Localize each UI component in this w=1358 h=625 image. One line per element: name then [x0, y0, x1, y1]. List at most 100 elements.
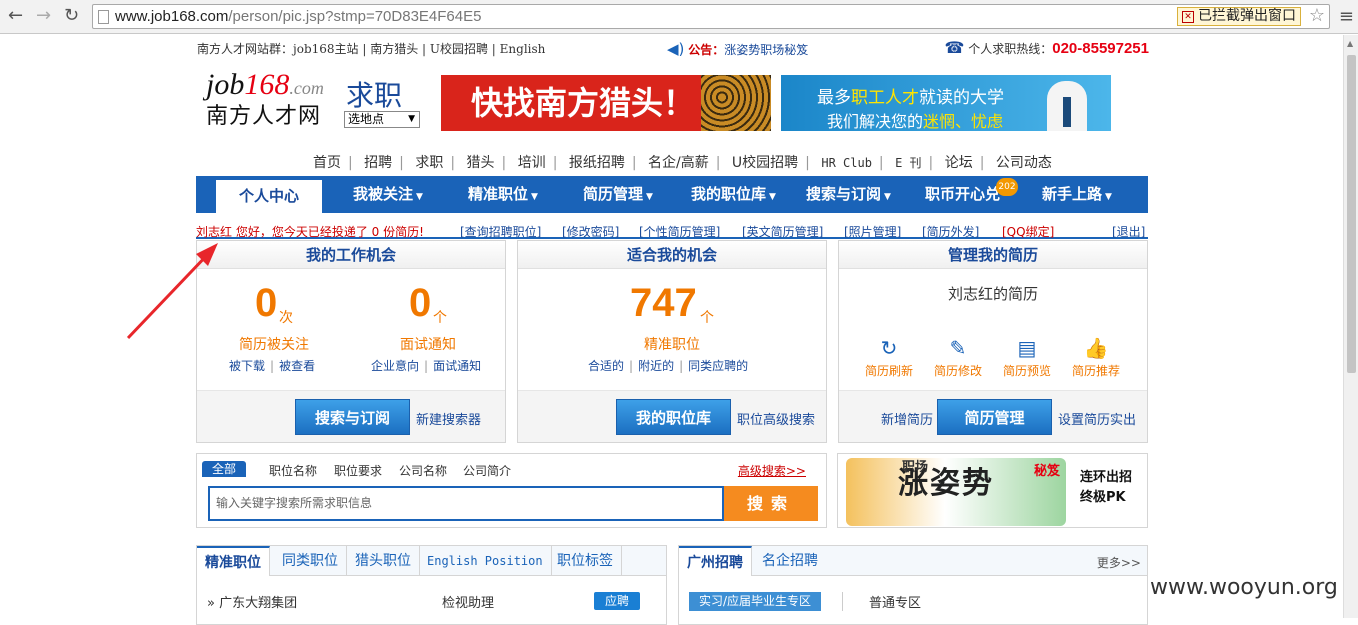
link-ekan[interactable]: E 刊: [895, 156, 921, 170]
tab-famous-companies[interactable]: 名企招聘: [754, 546, 826, 576]
tab-english-position[interactable]: English Position: [419, 546, 552, 576]
headhunter-banner[interactable]: 快找南方猎头！: [441, 75, 771, 131]
tab-headhunter-jobs[interactable]: 猎头职位: [347, 546, 420, 576]
link-resume-send[interactable]: [简历外发]: [922, 223, 979, 240]
popup-blocked-indicator[interactable]: ✕ 已拦截弹出窗口: [1177, 7, 1301, 26]
nav-resume-manage[interactable]: 简历管理 ▼: [583, 176, 653, 213]
jobs-tabs: 精准职位 同类职位 猎头职位 English Position 职位标签: [197, 546, 666, 576]
search-tab-job-name[interactable]: 职位名称: [269, 462, 317, 479]
search-button[interactable]: 搜索: [724, 486, 818, 521]
watermark: www.wooyun.org: [1150, 575, 1338, 600]
link-qq-bind[interactable]: [QQ绑定]: [1002, 223, 1054, 240]
search-tab-all[interactable]: 全部: [202, 461, 247, 477]
link-photo-manage[interactable]: [照片管理]: [844, 223, 901, 240]
blocked-icon: ✕: [1182, 11, 1194, 23]
ad-tag-2: 秘笈: [1034, 464, 1061, 479]
resume-recommend-tool[interactable]: 👍 简历推荐: [1066, 336, 1126, 379]
resume-refresh-tool[interactable]: ↻ 简历刷新: [859, 336, 919, 379]
link-forum[interactable]: 论坛: [945, 155, 973, 171]
link-hrclub[interactable]: HR Club: [821, 156, 872, 170]
search-input[interactable]: 输入关键字搜索所需求职信息: [208, 486, 724, 521]
location-select[interactable]: 选地点 ▼: [344, 111, 420, 128]
nav-personal-center[interactable]: 个人中心: [216, 180, 322, 213]
reload-icon[interactable]: ↻: [64, 6, 79, 26]
link-english-resume[interactable]: [英文简历管理]: [742, 223, 823, 240]
search-tab-company-intro[interactable]: 公司简介: [463, 462, 511, 479]
link-suitable[interactable]: 合适的: [588, 359, 624, 373]
job-company[interactable]: » 广东大翔集团: [207, 592, 297, 611]
precise-job-label[interactable]: 精准职位: [644, 334, 700, 354]
address-bar[interactable]: www.job168.com/person/pic.jsp?stmp=70D83…: [92, 4, 1330, 29]
normal-zone-link[interactable]: 普通专区: [842, 592, 921, 611]
resume-name[interactable]: 刘志红的简历: [839, 283, 1147, 304]
nav-coin-exchange[interactable]: 职币开心兑: [925, 176, 1000, 213]
nav-precise-jobs[interactable]: 精准职位 ▼: [468, 176, 538, 213]
nav-search-subscribe[interactable]: 搜索与订阅 ▼: [806, 176, 891, 213]
url-text[interactable]: www.job168.com/person/pic.jsp?stmp=70D83…: [115, 8, 481, 25]
search-tab-job-requirement[interactable]: 职位要求: [334, 462, 382, 479]
site-group-links[interactable]: 南方人才网站群：job168主站 | 南方猎头 | U校园招聘 | Englis…: [197, 40, 545, 57]
nav-job-library[interactable]: 我的职位库 ▼: [691, 176, 776, 213]
nav-followed[interactable]: 我被关注 ▼: [353, 176, 423, 213]
nav-newbie[interactable]: 新手上路 ▼: [1042, 176, 1112, 213]
site-links: 首页 | 招聘 | 求职 | 猎头 | 培训 | 报纸招聘 | 名企/高薪 | U校园招聘 | …: [313, 155, 1052, 171]
link-home[interactable]: 首页: [313, 155, 341, 171]
tie-shape: [1063, 97, 1071, 127]
link-famous[interactable]: 名企/高薪: [648, 155, 709, 171]
tab-similar-jobs[interactable]: 同类职位: [274, 546, 347, 576]
search-subscribe-button[interactable]: 搜索与订阅: [295, 399, 410, 435]
preview-icon: ▤: [1017, 336, 1037, 360]
link-downloaded[interactable]: 被下载: [229, 359, 265, 373]
job-library-button[interactable]: 我的职位库: [616, 399, 731, 435]
resume-highlight-link[interactable]: 设置简历实出: [1058, 409, 1136, 428]
tab-precise-jobs[interactable]: 精准职位: [197, 546, 270, 576]
link-newspaper[interactable]: 报纸招聘: [569, 155, 625, 171]
link-training[interactable]: 培训: [518, 155, 546, 171]
resume-edit-tool[interactable]: ✎ 简历修改: [928, 336, 988, 379]
link-interview-notice[interactable]: 面试通知: [433, 359, 481, 373]
link-jobseek[interactable]: 求职: [415, 155, 443, 171]
resume-manage-button[interactable]: 简历管理: [937, 399, 1052, 435]
link-nearby[interactable]: 附近的: [638, 359, 674, 373]
more-link[interactable]: 更多>>: [1097, 554, 1141, 571]
panel-title: 我的工作机会: [197, 241, 505, 269]
career-tips-ad[interactable]: 涨姿势 职场 秘笈 连环出招 终极PK: [837, 453, 1148, 528]
scrollbar-thumb[interactable]: [1347, 55, 1356, 373]
link-recruit[interactable]: 招聘: [364, 155, 392, 171]
link-personal-resume[interactable]: [个性简历管理]: [639, 223, 720, 240]
advanced-search-link[interactable]: 高级搜索>>: [738, 462, 806, 479]
site-logo[interactable]: job168.com 南方人才网: [206, 70, 336, 132]
forward-icon[interactable]: →: [36, 6, 51, 26]
link-campus[interactable]: U校园招聘: [732, 155, 798, 171]
bookmark-star-icon[interactable]: ☆: [1309, 5, 1325, 26]
link-news[interactable]: 公司动态: [996, 155, 1052, 171]
job-title[interactable]: 检视助理: [442, 592, 494, 611]
scrollbar[interactable]: ▲: [1343, 35, 1358, 618]
scroll-up-icon[interactable]: ▲: [1347, 39, 1353, 48]
link-query-jobs[interactable]: [查询招聘职位]: [460, 223, 541, 240]
new-searcher-link[interactable]: 新建搜索器: [416, 409, 481, 428]
link-company-intent[interactable]: 企业意向: [371, 359, 419, 373]
link-logout[interactable]: [退出]: [1112, 223, 1145, 240]
intern-zone-button[interactable]: 实习/应届毕业生专区: [689, 592, 822, 611]
attention-label[interactable]: 简历被关注: [239, 334, 309, 354]
search-tab-company-name[interactable]: 公司名称: [399, 462, 447, 479]
back-icon[interactable]: ←: [8, 6, 23, 26]
tab-guangzhou[interactable]: 广州招聘: [679, 546, 752, 576]
attention-count[interactable]: 0: [255, 281, 277, 326]
interview-label[interactable]: 面试通知: [400, 334, 456, 354]
interview-count[interactable]: 0: [409, 281, 431, 326]
advanced-job-search-link[interactable]: 职位高级搜索: [737, 409, 815, 428]
apply-button[interactable]: 应聘: [594, 592, 640, 610]
link-headhunter[interactable]: 猎头: [467, 155, 495, 171]
precise-job-count[interactable]: 747: [630, 281, 697, 326]
link-change-password[interactable]: [修改密码]: [562, 223, 619, 240]
notice[interactable]: ◀) 公告：涨姿势职场秘笈: [667, 40, 808, 58]
link-viewed[interactable]: 被查看: [279, 359, 315, 373]
link-similar[interactable]: 同类应聘的: [688, 359, 748, 373]
menu-icon[interactable]: ≡: [1339, 6, 1354, 27]
new-resume-link[interactable]: 新增简历: [881, 409, 933, 428]
university-banner[interactable]: 最多职工人才就读的大学 我们解决您的迷惘、忧虑: [781, 75, 1111, 131]
tab-job-tags[interactable]: 职位标签: [549, 546, 622, 576]
resume-preview-tool[interactable]: ▤ 简历预览: [997, 336, 1057, 379]
